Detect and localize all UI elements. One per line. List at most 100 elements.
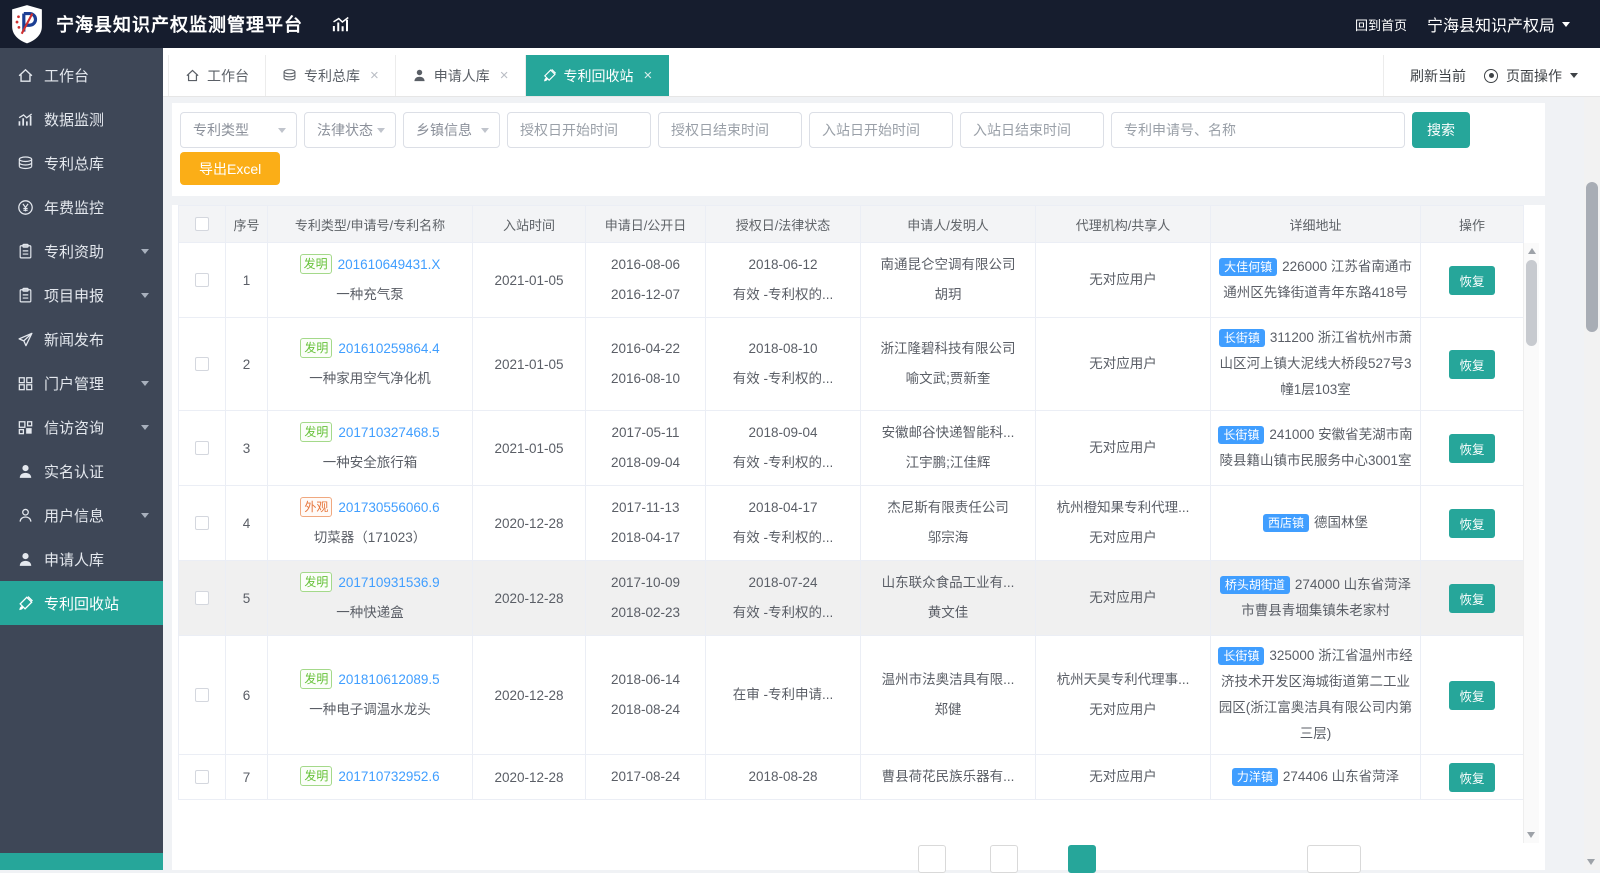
- user-icon: [17, 551, 34, 568]
- table-panel: 序号 专利类型/申请号/专利名称 入站时间 申请日/公开日 授权日/法律状态 申请人/发明…: [172, 205, 1545, 843]
- header-right: 回到首页 宁海县知识产权局: [1355, 12, 1570, 36]
- page-scrollbar[interactable]: [1584, 97, 1600, 870]
- patent-number-link[interactable]: 201710732952.6: [338, 769, 439, 784]
- column-header: 详细地址: [1210, 205, 1421, 243]
- close-icon[interactable]: ×: [500, 68, 509, 83]
- patent-number-link[interactable]: 201730556060.6: [338, 500, 439, 515]
- date-input-0[interactable]: [507, 112, 651, 148]
- seq-cell: 3: [225, 410, 268, 486]
- pagination-current-page[interactable]: [1068, 845, 1096, 873]
- refresh-current-button[interactable]: 刷新当前: [1410, 66, 1466, 86]
- tab-patent-recycle[interactable]: 专利回收站 ×: [525, 55, 670, 96]
- legal-status: 有效 -专利权的...: [732, 371, 834, 386]
- chart-icon: [17, 111, 34, 128]
- back-home-link[interactable]: 回到首页: [1355, 15, 1407, 34]
- restore-button[interactable]: 恢复: [1449, 680, 1495, 710]
- close-icon[interactable]: ×: [370, 68, 379, 83]
- patent-number-link[interactable]: 201610259864.4: [338, 341, 439, 356]
- inventor: 喻文武;贾新奎: [905, 371, 991, 386]
- export-excel-button[interactable]: 导出Excel: [180, 152, 281, 185]
- keyword-input[interactable]: [1111, 112, 1405, 148]
- sidebar-item-applicant-library[interactable]: 申请人库: [0, 537, 163, 581]
- layers-icon: [17, 155, 34, 172]
- patent-number-link[interactable]: 201710931536.9: [338, 575, 439, 590]
- patent-number-link[interactable]: 201810612089.5: [338, 672, 439, 687]
- date-input-1[interactable]: [658, 112, 802, 148]
- clipboard-icon: [17, 287, 34, 304]
- select-all-checkbox[interactable]: [195, 217, 209, 231]
- filter-select-1[interactable]: 法律状态: [304, 112, 396, 148]
- sidebar-item-project-declare[interactable]: 项目申报: [0, 273, 163, 317]
- chevron-down-icon: [1570, 73, 1578, 78]
- sidebar-item-annual-fee[interactable]: 年费监控: [0, 185, 163, 229]
- grant-date: 2018-06-12: [748, 257, 818, 272]
- sidebar-item-user-info[interactable]: 用户信息: [0, 493, 163, 537]
- chevron-down-icon: [141, 248, 149, 254]
- column-header: 申请人/发明人: [860, 205, 1036, 243]
- page-scrollbar-thumb[interactable]: [1586, 182, 1598, 332]
- scroll-down-arrow-icon[interactable]: [1587, 859, 1595, 865]
- org-user-menu[interactable]: 宁海县知识产权局: [1427, 12, 1570, 36]
- checkbox-cell: [178, 560, 226, 636]
- tab-patent-library[interactable]: 专利总库 ×: [266, 55, 396, 96]
- tab-applicant-library[interactable]: 申请人库 ×: [396, 55, 526, 96]
- close-icon[interactable]: ×: [644, 68, 653, 83]
- pagination-jump-input[interactable]: [1307, 845, 1361, 873]
- sidebar-item-news-publish[interactable]: 新闻发布: [0, 317, 163, 361]
- patent-type-badge: 外观: [300, 497, 333, 517]
- pagination-button[interactable]: [918, 845, 946, 873]
- restore-button[interactable]: 恢复: [1449, 433, 1495, 463]
- tab-bar-actions: 刷新当前 页面操作: [1383, 55, 1600, 96]
- restore-button[interactable]: 恢复: [1449, 349, 1495, 379]
- radio-icon: [1484, 68, 1498, 83]
- row-checkbox[interactable]: [195, 357, 209, 371]
- address-cell: 长街镇 325000 浙江省温州市经济技术开发区海城街道第二工业园区(浙江富奥洁具…: [1210, 635, 1421, 755]
- filter-select-0[interactable]: 专利类型: [180, 112, 297, 148]
- patent-number-link[interactable]: 201710327468.5: [338, 425, 439, 440]
- tabs: 工作台 专利总库 × 申请人库 × 专利回收站 ×: [168, 55, 670, 96]
- restore-button[interactable]: 恢复: [1449, 583, 1495, 613]
- applicant: 南通昆仑空调有限公司: [880, 257, 1016, 272]
- in-date-cell: 2020-12-28: [472, 560, 586, 636]
- date-input-3[interactable]: [960, 112, 1104, 148]
- row-checkbox[interactable]: [195, 441, 209, 455]
- sidebar-item-realname-auth[interactable]: 实名认证: [0, 449, 163, 493]
- sidebar-item-patent-recycle[interactable]: 专利回收站: [0, 581, 163, 625]
- row-checkbox[interactable]: [195, 770, 209, 784]
- restore-button[interactable]: 恢复: [1449, 762, 1495, 792]
- sidebar-item-patent-subsidy[interactable]: 专利资助: [0, 229, 163, 273]
- sidebar-item-label: 申请人库: [44, 551, 105, 569]
- filter-select-2[interactable]: 乡镇信息: [403, 112, 500, 148]
- sidebar-item-portal-manage[interactable]: 门户管理: [0, 361, 163, 405]
- search-button[interactable]: 搜索: [1412, 112, 1470, 148]
- patent-number-link[interactable]: 201610649431.X: [338, 257, 441, 272]
- tab-workbench[interactable]: 工作台: [168, 55, 266, 96]
- sidebar-item-label: 信访咨询: [44, 419, 105, 437]
- checkbox-cell: [178, 635, 226, 755]
- row-checkbox[interactable]: [195, 273, 209, 287]
- restore-button[interactable]: 恢复: [1449, 265, 1495, 295]
- pagination-button[interactable]: [990, 845, 1018, 873]
- sidebar-item-patent-library[interactable]: 专利总库: [0, 141, 163, 185]
- row-checkbox[interactable]: [195, 516, 209, 530]
- sidebar-item-data-monitor[interactable]: 数据监测: [0, 97, 163, 141]
- legal-status: 有效 -专利权的...: [732, 530, 834, 545]
- row-checkbox[interactable]: [195, 688, 209, 702]
- row-checkbox[interactable]: [195, 591, 209, 605]
- sidebar-item-label: 项目申报: [44, 287, 105, 305]
- table-scrollbar[interactable]: [1523, 243, 1539, 843]
- chevron-down-icon: [141, 512, 149, 518]
- date-input-2[interactable]: [809, 112, 953, 148]
- table-row: 4 外观 201730556060.6 切菜器（171023） 2020-12-28 20…: [178, 485, 1524, 561]
- tab-bar: 工作台 专利总库 × 申请人库 × 专利回收站 × 刷新当前 页面操作: [163, 48, 1600, 97]
- sidebar-item-workbench[interactable]: 工作台: [0, 53, 163, 97]
- restore-button[interactable]: 恢复: [1449, 508, 1495, 538]
- scroll-down-arrow-icon[interactable]: [1527, 832, 1535, 838]
- sidebar-item-petition-consult[interactable]: 信访咨询: [0, 405, 163, 449]
- publish-date: 2016-08-10: [610, 371, 681, 386]
- page-actions-menu[interactable]: 页面操作: [1484, 66, 1578, 86]
- app-header: 宁海县知识产权监测管理平台 回到首页 宁海县知识产权局: [0, 0, 1600, 48]
- user-icon: [412, 68, 427, 83]
- table-scrollbar-thumb[interactable]: [1526, 260, 1537, 346]
- scroll-up-arrow-icon[interactable]: [1527, 248, 1536, 254]
